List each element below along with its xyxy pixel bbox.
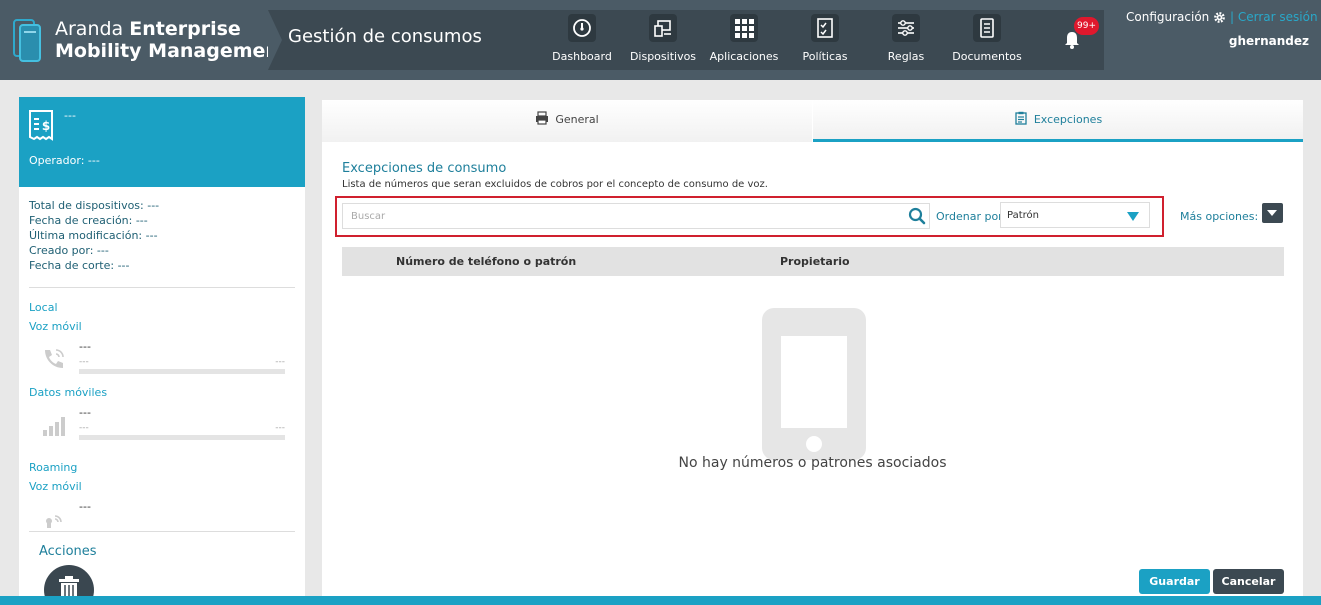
nav-policies[interactable]: Políticas [786,14,864,68]
table-header: Número de teléfono o patrón Propietario [342,247,1284,276]
bottom-accent-bar [0,596,1321,605]
local-voice-usage: --- --- --- [29,340,295,380]
roaming-voice-label: Voz móvil [29,480,82,493]
plan-header: $ --- Operador: --- [19,97,305,187]
mobile-data-value: --- [79,406,91,419]
phone-placeholder-icon [762,308,866,460]
more-options-button[interactable] [1262,203,1283,223]
local-voice-value: --- [79,340,91,353]
mobile-data-min: --- [79,423,89,433]
local-voice-min: --- [79,357,89,367]
brand-line1-bold: Enterprise [129,18,241,40]
signal-bars-icon [43,417,65,436]
plan-summary-panel: $ --- Operador: --- Total de dispositivo… [19,97,305,605]
nav-rules-label: Reglas [887,50,925,63]
local-voice-max: --- [275,357,285,367]
logout-label: Cerrar sesión [1237,10,1318,24]
tab-general[interactable]: General [322,100,812,142]
apps-grid-icon [730,14,758,42]
local-section-label: Local [29,301,58,314]
module-notch [268,10,282,70]
nav-applications[interactable]: Aplicaciones [705,14,783,68]
svg-text:$: $ [42,119,50,133]
logout-separator: | [1230,10,1235,24]
column-phone-pattern[interactable]: Número de teléfono o patrón [396,255,576,268]
brand-line1-light: Aranda [55,18,124,40]
divider [29,287,295,288]
mobile-data-progress [79,435,285,440]
exceptions-panel: General Excepciones Excepciones de consu… [322,100,1303,605]
empty-state-message: No hay números o patrones asociados [678,455,947,471]
rules-icon [892,14,920,42]
roaming-voice-usage: --- [29,500,295,540]
receipt-icon: $ [29,110,53,141]
mobile-data-usage: --- --- --- [29,406,295,446]
local-voice-label: Voz móvil [29,320,82,333]
mobile-data-label: Datos móviles [29,386,108,399]
section-description: Lista de números que seran excluidos de … [342,179,768,190]
plan-info-list: Total de dispositivos: --- Fecha de crea… [29,198,159,273]
roaming-call-icon [46,515,62,528]
devices-icon [649,14,677,42]
chevron-down-icon [1127,212,1139,221]
section-title: Excepciones de consumo [342,161,507,176]
nav-rules[interactable]: Reglas [867,14,945,68]
roaming-section-label: Roaming [29,461,78,474]
phone-call-icon [45,349,64,368]
more-options-label: Más opciones: [1180,210,1259,223]
brand-name: Aranda Enterprise Mobility Management [55,18,288,62]
printer-icon [536,111,549,125]
save-button[interactable]: Guardar [1139,569,1210,594]
username: ghernandez [1228,34,1309,48]
search-icon[interactable] [908,207,926,225]
nav-documents[interactable]: Documentos [948,14,1026,68]
cancel-button[interactable]: Cancelar [1213,569,1284,594]
sort-selected-value: Patrón [1007,210,1039,221]
info-cutoff-date: Fecha de corte: --- [29,259,130,272]
aranda-logo-icon [13,19,41,62]
brand-line2: Mobility Management [55,40,289,62]
notification-badge: 99+ [1074,17,1099,35]
mobile-data-max: --- [275,423,285,433]
actions-title: Acciones [39,544,97,559]
clipboard-icon [1015,111,1027,125]
dashboard-icon [568,14,596,42]
plan-operator: Operador: --- [29,154,100,167]
nav-documents-label: Documentos [952,50,1022,63]
module-title: Gestión de consumos [288,26,482,47]
nav-dashboard[interactable]: Dashboard [543,14,621,68]
gear-icon[interactable] [1213,11,1226,24]
tab-general-label: General [555,113,599,126]
tab-exceptions[interactable]: Excepciones [813,100,1303,142]
search-input[interactable] [342,203,930,229]
info-created-by: Creado por: --- [29,244,109,257]
nav-policies-label: Políticas [802,50,848,63]
roaming-voice-value: --- [79,500,91,513]
sort-select[interactable]: Patrón [1000,202,1150,228]
info-total-devices: Total de dispositivos: --- [29,199,160,212]
nav-dashboard-label: Dashboard [552,50,612,63]
nav-devices[interactable]: Dispositivos [624,14,702,68]
local-voice-progress [79,369,285,374]
logout-link[interactable]: | Cerrar sesión [1230,10,1318,24]
settings-link[interactable]: Configuración [1126,10,1209,24]
info-last-modified: Última modificación: --- [29,229,158,242]
tab-exceptions-label: Excepciones [1033,113,1103,126]
policies-icon [811,14,839,42]
column-owner[interactable]: Propietario [780,255,850,268]
top-bar: Aranda Enterprise Mobility Management Ge… [0,0,1321,80]
nav-applications-label: Aplicaciones [709,50,779,63]
sort-label: Ordenar por [936,210,1003,223]
info-creation-date: Fecha de creación: --- [29,214,148,227]
plan-name: --- [64,109,76,122]
divider [29,531,295,532]
nav-devices-label: Dispositivos [629,50,697,63]
documents-icon [973,14,1001,42]
